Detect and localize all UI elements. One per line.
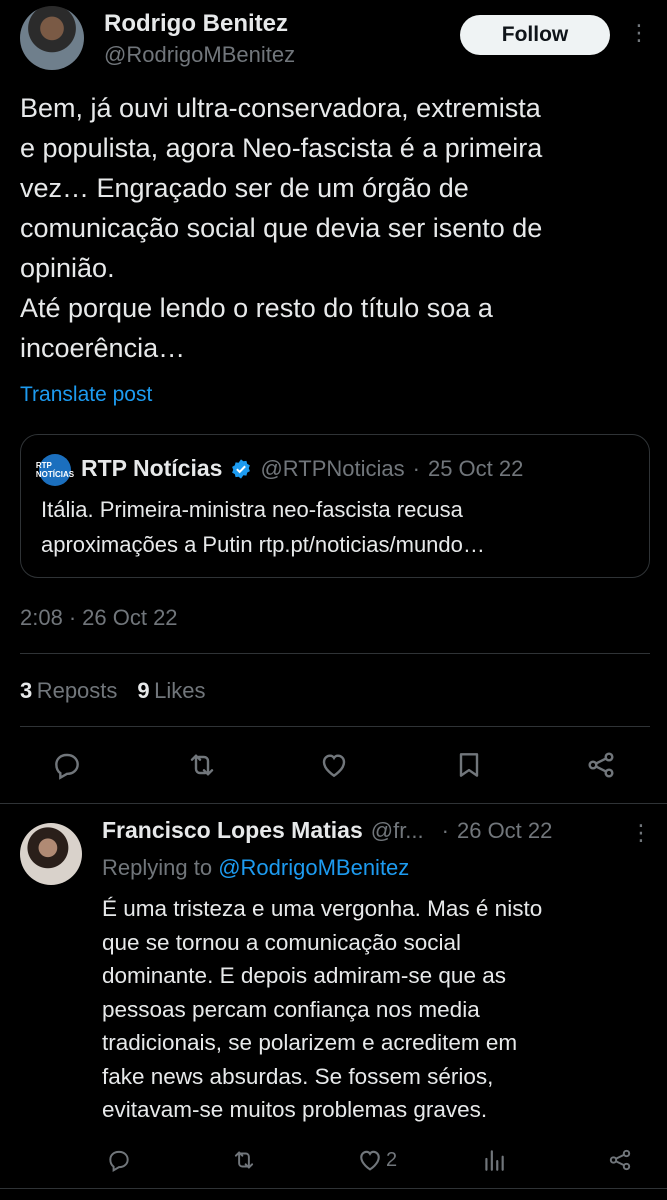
bookmark-icon[interactable] bbox=[450, 746, 488, 784]
reply-like-count: 2 bbox=[386, 1148, 398, 1171]
reply-author-handle[interactable]: @fr... bbox=[371, 818, 424, 844]
like-icon[interactable] bbox=[315, 746, 353, 784]
likes-label: Likes bbox=[154, 678, 206, 703]
reply-repost-icon[interactable] bbox=[229, 1145, 259, 1175]
divider bbox=[20, 726, 650, 727]
divider bbox=[0, 1188, 667, 1189]
replying-to-label: Replying to bbox=[102, 855, 213, 880]
post-timestamp[interactable]: 2:08 · 26 Oct 22 bbox=[20, 605, 178, 631]
divider bbox=[0, 803, 667, 804]
reply-like[interactable]: 2 bbox=[356, 1145, 397, 1175]
reply-views-icon[interactable] bbox=[479, 1145, 509, 1175]
quoted-author-name: RTP Notícias bbox=[81, 455, 223, 481]
reply-author-name[interactable]: Francisco Lopes Matias bbox=[102, 817, 363, 844]
reply-icon[interactable] bbox=[48, 746, 86, 784]
translate-post-link[interactable]: Translate post bbox=[20, 383, 152, 407]
reply-text: É uma tristeza e uma vergonha. Mas é nis… bbox=[102, 896, 543, 1122]
reply-header: Francisco Lopes Matias @fr... · 26 Oct 2… bbox=[102, 817, 552, 844]
separator: · bbox=[441, 817, 449, 843]
reply-author-avatar[interactable] bbox=[20, 823, 82, 885]
quoted-date: 25 Oct 22 bbox=[427, 455, 524, 481]
likes-count: 9 bbox=[137, 678, 150, 703]
separator: · bbox=[68, 605, 77, 630]
reply-reply-icon[interactable] bbox=[104, 1145, 134, 1175]
reply-share-icon[interactable] bbox=[605, 1145, 635, 1175]
post-text: Bem, já ouvi ultra-conservadora, extremi… bbox=[20, 93, 543, 363]
replying-to-handle[interactable]: @RodrigoMBenitez bbox=[218, 855, 409, 880]
rtp-logo-icon: RTP NOTÍCIAS bbox=[36, 454, 74, 486]
author-handle[interactable]: @RodrigoMBenitez bbox=[104, 42, 295, 68]
reposts-stat[interactable]: 3 Reposts bbox=[20, 678, 117, 704]
verified-badge-icon bbox=[230, 458, 252, 480]
author-name[interactable]: Rodrigo Benitez bbox=[104, 10, 288, 38]
quoted-post-text: Itália. Primeira-ministra neo-fascista r… bbox=[41, 497, 485, 557]
post-stats: 3 Reposts 9 Likes bbox=[20, 678, 205, 704]
divider bbox=[20, 653, 650, 654]
reposts-count: 3 bbox=[20, 678, 33, 703]
follow-button[interactable]: Follow bbox=[460, 15, 610, 55]
separator: · bbox=[412, 455, 420, 481]
author-avatar[interactable] bbox=[20, 6, 84, 70]
reply-like-icon[interactable] bbox=[356, 1146, 384, 1174]
more-options-icon[interactable]: ⋮ bbox=[628, 22, 650, 44]
reply-more-options-icon[interactable]: ⋮ bbox=[630, 822, 652, 844]
reposts-label: Reposts bbox=[36, 678, 118, 703]
likes-stat[interactable]: 9 Likes bbox=[137, 678, 205, 704]
quoted-author-handle: @RTPNoticias bbox=[260, 455, 405, 481]
replying-to: Replying to @RodrigoMBenitez bbox=[102, 855, 409, 881]
post-time: 2:08 bbox=[20, 605, 63, 630]
share-icon[interactable] bbox=[582, 746, 620, 784]
repost-icon[interactable] bbox=[183, 746, 221, 784]
quoted-post-card[interactable]: RTP NOTÍCIAS RTP Notícias @RTPNoticias ·… bbox=[20, 434, 650, 578]
post-date: 26 Oct 22 bbox=[82, 605, 178, 630]
reply-date[interactable]: 26 Oct 22 bbox=[457, 818, 552, 844]
